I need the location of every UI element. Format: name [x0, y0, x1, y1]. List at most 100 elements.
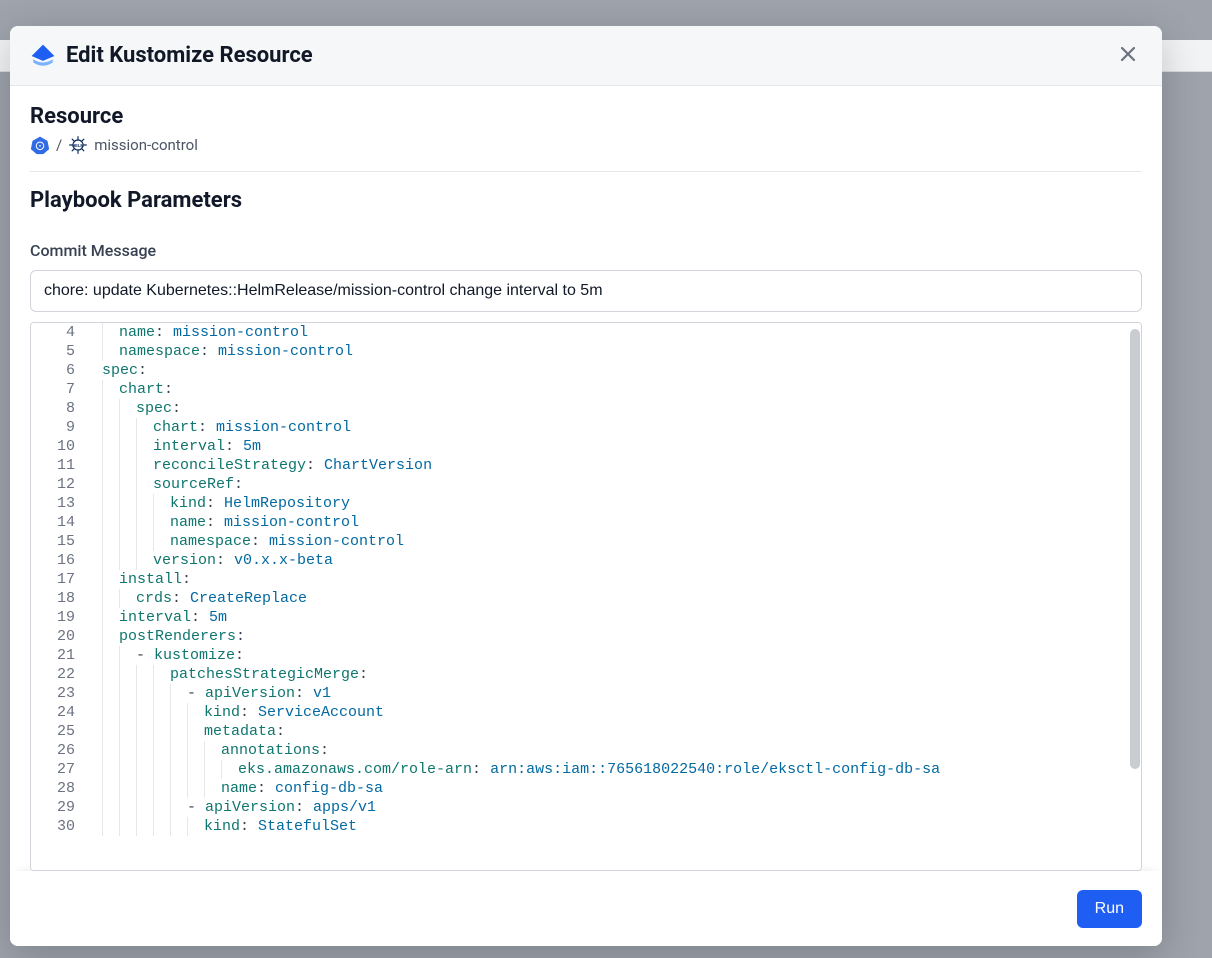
indent-guides — [85, 494, 170, 513]
code-line[interactable]: 4 name: mission-control — [31, 323, 1141, 342]
code-line[interactable]: 20 postRenderers: — [31, 627, 1141, 646]
breadcrumb-separator: / — [56, 136, 62, 154]
code-line[interactable]: 21- kustomize: — [31, 646, 1141, 665]
commit-message-input[interactable] — [30, 270, 1142, 312]
close-button[interactable] — [1114, 40, 1142, 71]
indent-guides — [85, 627, 119, 646]
code-content: install: — [119, 570, 191, 589]
code-content: metadata: — [204, 722, 285, 741]
indent-guides — [85, 798, 187, 817]
line-number: 29 — [31, 798, 85, 817]
indent-guides — [85, 323, 119, 342]
code-content: spec: — [136, 399, 181, 418]
code-content: version: v0.x.x-beta — [153, 551, 333, 570]
modal-header: Edit Kustomize Resource — [10, 26, 1162, 86]
code-content: - apiVersion: v1 — [187, 684, 331, 703]
code-line[interactable]: 17install: — [31, 570, 1141, 589]
indent-guides — [85, 399, 136, 418]
code-content: spec: — [102, 361, 147, 380]
code-line[interactable]: 13kind: HelmRepository — [31, 494, 1141, 513]
code-line[interactable]: 7chart: — [31, 380, 1141, 399]
code-content: name: mission-control — [119, 323, 308, 342]
code-line[interactable]: 23 - apiVersion: v1 — [31, 684, 1141, 703]
line-number: 16 — [31, 551, 85, 570]
line-number: 7 — [31, 380, 85, 399]
code-line[interactable]: 6 spec: — [31, 361, 1141, 380]
line-number: 4 — [31, 323, 85, 342]
yaml-editor[interactable]: 4 name: mission-control5namespace: missio… — [30, 322, 1142, 871]
code-line[interactable]: 28 name: config-db-sa — [31, 779, 1141, 798]
line-number: 30 — [31, 817, 85, 836]
code-content: eks.amazonaws.com/role-arn: arn:aws:iam:… — [238, 760, 940, 779]
code-content: kind: ServiceAccount — [204, 703, 384, 722]
playbook-params-title: Playbook Parameters — [30, 188, 1142, 213]
resource-name: mission-control — [94, 136, 198, 154]
line-number: 5 — [31, 342, 85, 361]
code-line[interactable]: 18 crds: CreateReplace — [31, 589, 1141, 608]
indent-guides — [85, 361, 102, 380]
indent-guides — [85, 608, 119, 627]
indent-guides — [85, 703, 204, 722]
code-content: postRenderers: — [119, 627, 245, 646]
code-content: reconcileStrategy: ChartVersion — [153, 456, 432, 475]
code-line[interactable]: 19 interval: 5m — [31, 608, 1141, 627]
code-line[interactable]: 11reconcileStrategy: ChartVersion — [31, 456, 1141, 475]
resource-breadcrumb: / HELM mission- — [30, 135, 1142, 155]
run-button[interactable]: Run — [1077, 890, 1142, 928]
helm-icon: HELM — [68, 135, 88, 155]
line-number: 18 — [31, 589, 85, 608]
code-line[interactable]: 8spec: — [31, 399, 1141, 418]
line-number: 22 — [31, 665, 85, 684]
code-line[interactable]: 9chart: mission-control — [31, 418, 1141, 437]
code-content: name: config-db-sa — [221, 779, 383, 798]
indent-guides — [85, 513, 170, 532]
line-number: 21 — [31, 646, 85, 665]
line-number: 19 — [31, 608, 85, 627]
indent-guides — [85, 532, 170, 551]
line-number: 15 — [31, 532, 85, 551]
indent-guides — [85, 684, 187, 703]
modal-footer: Run — [10, 871, 1162, 946]
code-line[interactable]: 30 kind: StatefulSet — [31, 817, 1141, 836]
line-number: 25 — [31, 722, 85, 741]
indent-guides — [85, 722, 204, 741]
indent-guides — [85, 665, 170, 684]
line-number: 23 — [31, 684, 85, 703]
code-content: crds: CreateReplace — [136, 589, 307, 608]
close-icon — [1118, 44, 1138, 67]
commit-message-label: Commit Message — [30, 241, 1142, 260]
code-line[interactable]: 25 metadata: — [31, 722, 1141, 741]
modal-title: Edit Kustomize Resource — [66, 43, 313, 68]
indent-guides — [85, 760, 238, 779]
code-content: interval: 5m — [119, 608, 227, 627]
code-line[interactable]: 27eks.amazonaws.com/role-arn: arn:aws:ia… — [31, 760, 1141, 779]
code-line[interactable]: 26annotations: — [31, 741, 1141, 760]
indent-guides — [85, 342, 119, 361]
code-line[interactable]: 5namespace: mission-control — [31, 342, 1141, 361]
code-line[interactable]: 16 version: v0.x.x-beta — [31, 551, 1141, 570]
line-number: 6 — [31, 361, 85, 380]
indent-guides — [85, 475, 153, 494]
line-number: 20 — [31, 627, 85, 646]
code-content: kind: HelmRepository — [170, 494, 350, 513]
code-content: sourceRef: — [153, 475, 243, 494]
indent-guides — [85, 589, 136, 608]
code-line[interactable]: 24 kind: ServiceAccount — [31, 703, 1141, 722]
code-line[interactable]: 12sourceRef: — [31, 475, 1141, 494]
code-line[interactable]: 22 patchesStrategicMerge: — [31, 665, 1141, 684]
code-line[interactable]: 14name: mission-control — [31, 513, 1141, 532]
code-line[interactable]: 10interval: 5m — [31, 437, 1141, 456]
code-content: - apiVersion: apps/v1 — [187, 798, 376, 817]
line-number: 9 — [31, 418, 85, 437]
modal-body: Resource / — [10, 86, 1162, 871]
code-content: patchesStrategicMerge: — [170, 665, 368, 684]
edit-kustomize-modal: Edit Kustomize Resource Resource / — [10, 26, 1162, 946]
editor-scroll[interactable]: 4 name: mission-control5namespace: missio… — [31, 323, 1141, 870]
indent-guides — [85, 779, 221, 798]
code-content: kind: StatefulSet — [204, 817, 357, 836]
code-line[interactable]: 15namespace: mission-control — [31, 532, 1141, 551]
line-number: 28 — [31, 779, 85, 798]
line-number: 24 — [31, 703, 85, 722]
modal-title-wrap: Edit Kustomize Resource — [30, 43, 313, 69]
code-line[interactable]: 29 - apiVersion: apps/v1 — [31, 798, 1141, 817]
